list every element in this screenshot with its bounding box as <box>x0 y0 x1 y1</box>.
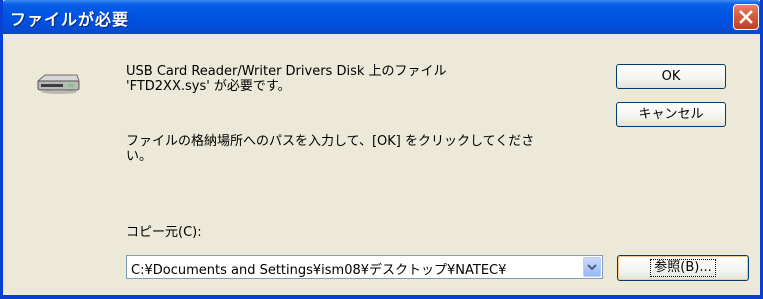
copy-from-combobox[interactable]: C:¥Documents and Settings¥ism08¥デスクトップ¥N… <box>126 255 603 279</box>
copy-from-path-value[interactable]: C:¥Documents and Settings¥ism08¥デスクトップ¥N… <box>131 259 506 278</box>
dropdown-button[interactable] <box>583 257 601 277</box>
dialog-body: USB Card Reader/Writer Drivers Disk 上のファ… <box>3 34 760 295</box>
instruction-message: ファイルの格納場所へのパスを入力して、[OK] をクリックしてくださ い。 <box>126 134 535 164</box>
browse-button[interactable]: 参照(B)... <box>617 255 749 281</box>
ok-button[interactable]: OK <box>616 64 726 89</box>
disk-drive-icon <box>36 74 80 94</box>
required-file-message: USB Card Reader/Writer Drivers Disk 上のファ… <box>126 64 447 94</box>
copy-from-label: コピー元(C): <box>126 225 202 240</box>
title-bar[interactable]: ファイルが必要 <box>3 0 760 34</box>
cancel-button[interactable]: キャンセル <box>616 102 726 127</box>
close-button[interactable] <box>733 4 759 30</box>
chevron-down-icon <box>587 264 597 271</box>
file-needed-dialog: ファイルが必要 USB Card Reader/Writer Drivers D… <box>0 0 763 299</box>
close-icon <box>739 10 753 24</box>
window-title: ファイルが必要 <box>10 10 130 29</box>
browse-button-label: 参照(B)... <box>650 259 716 277</box>
